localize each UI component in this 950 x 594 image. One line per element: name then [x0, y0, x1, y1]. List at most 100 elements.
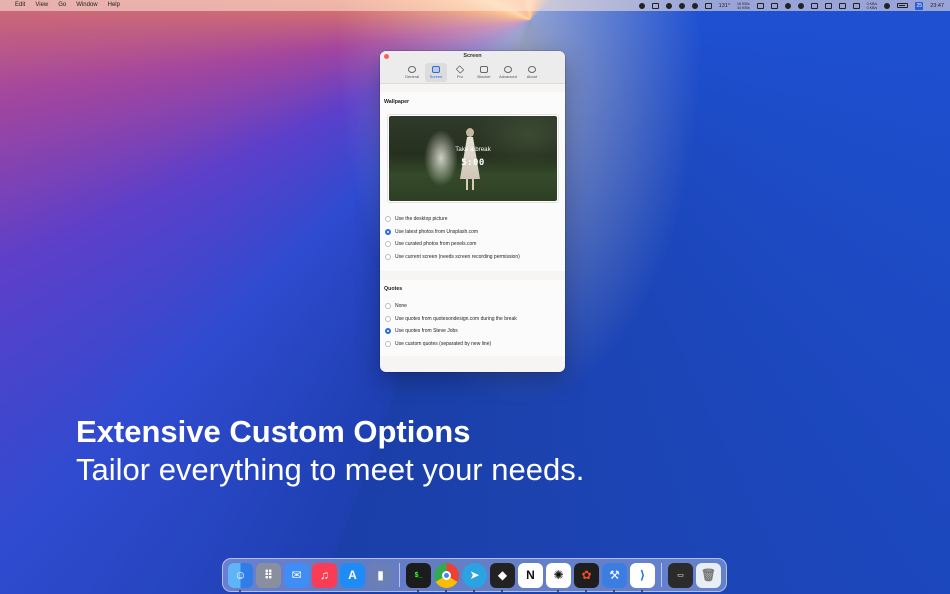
trash-icon[interactable]: 🗑 [696, 562, 721, 588]
radio-label: None [395, 303, 407, 310]
chrome-icon[interactable] [434, 562, 459, 592]
tab-screen[interactable]: Screen [425, 63, 447, 82]
tab-pro[interactable]: Pro [449, 63, 471, 82]
status-record-icon[interactable] [784, 2, 791, 9]
radio-label: Use quotes from Steve Jobs [395, 328, 458, 335]
radio-button-selected[interactable] [385, 328, 391, 335]
radio-button[interactable] [385, 241, 391, 248]
mail-icon[interactable]: ✉ [284, 562, 309, 588]
disk-write: 0 KB/s [866, 5, 878, 10]
hero-subtitle: Tailor everything to meet your needs. [76, 452, 585, 487]
preview-countdown: 5:00 [461, 158, 485, 168]
music-icon[interactable]: ♫ [312, 562, 337, 588]
radio-button-selected[interactable] [385, 228, 391, 235]
menu-view[interactable]: View [30, 0, 53, 11]
menubar-clock[interactable]: 23:47 [930, 3, 944, 9]
status-text-icon[interactable] [838, 2, 846, 9]
blocker-icon [480, 66, 488, 73]
hero-title: Extensive Custom Options [76, 414, 471, 449]
radio-button[interactable] [385, 340, 391, 347]
status-disk[interactable]: 0 KB/s 0 KB/s [867, 2, 878, 10]
tab-advanced[interactable]: Advanced [497, 63, 519, 82]
status-b-icon[interactable] [691, 2, 698, 9]
status-sd-icon[interactable] [770, 2, 778, 9]
status-display-icon[interactable] [704, 2, 712, 9]
wifi-icon[interactable] [884, 2, 891, 9]
menu-edit[interactable]: Edit [10, 0, 30, 11]
disk-read: 0 KB/s [866, 1, 878, 6]
figma-icon[interactable]: ✿ [574, 562, 599, 592]
xcode-icon[interactable]: ⚒ [602, 562, 627, 592]
window-title: Screen [463, 53, 482, 59]
quotes-heading: Quotes [384, 286, 403, 292]
quotes-option[interactable]: Use quotes from quotesondesign.com durin… [385, 313, 517, 326]
status-paint-icon[interactable] [824, 2, 832, 9]
menu-go[interactable]: Go [53, 0, 71, 11]
apple-icon[interactable] [0, 0, 10, 11]
status-network[interactable]: 16 KB/s 34 KB/s [737, 2, 750, 10]
finder-icon[interactable]: ☺ [228, 562, 253, 592]
picture-icon [432, 66, 440, 73]
radio-label: Use latest photos from Unsplash.com [395, 228, 479, 235]
vscode-icon[interactable]: ⟩ [630, 562, 655, 592]
quotes-option[interactable]: None [385, 300, 517, 313]
info-icon [528, 66, 536, 73]
tab-label: About [526, 74, 538, 79]
window-titlebar: Screen General Screen Pro Blocker Advanc… [380, 51, 565, 84]
radio-button[interactable] [385, 315, 391, 322]
radio-button[interactable] [385, 303, 391, 310]
status-wand-icon[interactable] [810, 2, 818, 9]
quotes-options: None Use quotes from quotesondesign.com … [385, 300, 517, 350]
wallpaper-option[interactable]: Use current screen (needs screen recordi… [385, 251, 520, 264]
radio-label: Use quotes from quotesondesign.com durin… [395, 315, 517, 322]
quotes-option[interactable]: Use custom quotes (separated by new line… [385, 338, 517, 351]
wallpaper-option[interactable]: Use latest photos from Unsplash.com [385, 226, 520, 239]
tab-about[interactable]: About [521, 63, 543, 82]
preview-photo: Take a break 5:00 [389, 116, 557, 201]
status-battery-small-icon[interactable] [756, 2, 764, 9]
wallpaper-options: Use the desktop picture Use latest photo… [385, 213, 520, 263]
status-send-icon[interactable] [797, 2, 804, 9]
radio-button[interactable] [385, 253, 391, 260]
phone-design-icon[interactable]: ▮ [368, 562, 393, 588]
status-app-icon[interactable] [638, 2, 645, 9]
status-layers-icon[interactable] [852, 2, 860, 9]
menu-help[interactable]: Help [103, 0, 125, 11]
status-cup-icon[interactable] [651, 2, 659, 9]
wallpaper-preview: Take a break 5:00 [387, 114, 559, 203]
console-icon[interactable]: ▭ [668, 562, 693, 588]
dock: ☺ ⠿ ✉ ♫ A ▮ $_ ➤ ◆ N ✺ ✿ ⚒ ⟩ ▭ 🗑 [222, 558, 727, 592]
menu-bar: Edit View Go Window Help 131° 16 KB/s 34… [0, 0, 950, 11]
network-down: 34 KB/s [737, 5, 750, 10]
tab-label: Advanced [499, 74, 517, 79]
advanced-icon [504, 66, 512, 73]
status-area: 131° 16 KB/s 34 KB/s 0 KB/s 0 KB/s 25 23… [638, 1, 950, 10]
box-icon[interactable]: ◆ [490, 562, 515, 592]
menu-window[interactable]: Window [71, 0, 102, 11]
wallpaper-option[interactable]: Use the desktop picture [385, 213, 520, 226]
calendar-icon[interactable]: 25 [915, 1, 924, 10]
quotes-option[interactable]: Use quotes from Steve Jobs [385, 325, 517, 338]
tab-general[interactable]: General [401, 63, 423, 82]
radio-label: Use the desktop picture [395, 216, 448, 223]
tab-label: Pro [456, 74, 464, 79]
telegram-icon[interactable]: ➤ [462, 562, 487, 592]
status-temperature[interactable]: 131° [719, 3, 730, 9]
notion-icon[interactable]: N [518, 562, 543, 588]
radio-button[interactable] [385, 216, 391, 223]
battery-icon[interactable] [897, 3, 909, 8]
status-mask-icon[interactable] [678, 2, 685, 9]
launchpad-icon[interactable]: ⠿ [256, 562, 281, 588]
terminal-icon[interactable]: $_ [406, 562, 431, 592]
app-store-icon[interactable]: A [340, 562, 365, 588]
wallpaper-heading: Wallpaper [384, 99, 410, 105]
network-up: 16 KB/s [737, 1, 750, 6]
tab-label: Blocker [477, 74, 491, 79]
status-pin-icon[interactable] [665, 2, 672, 9]
radio-label: Use current screen (needs screen recordi… [395, 253, 520, 260]
tab-blocker[interactable]: Blocker [473, 63, 495, 82]
preview-break-text: Take a break [455, 146, 491, 153]
diamond-icon [455, 65, 465, 74]
wallpaper-option[interactable]: Use curated photos from pexels.com [385, 238, 520, 251]
chatgpt-icon[interactable]: ✺ [546, 562, 571, 592]
